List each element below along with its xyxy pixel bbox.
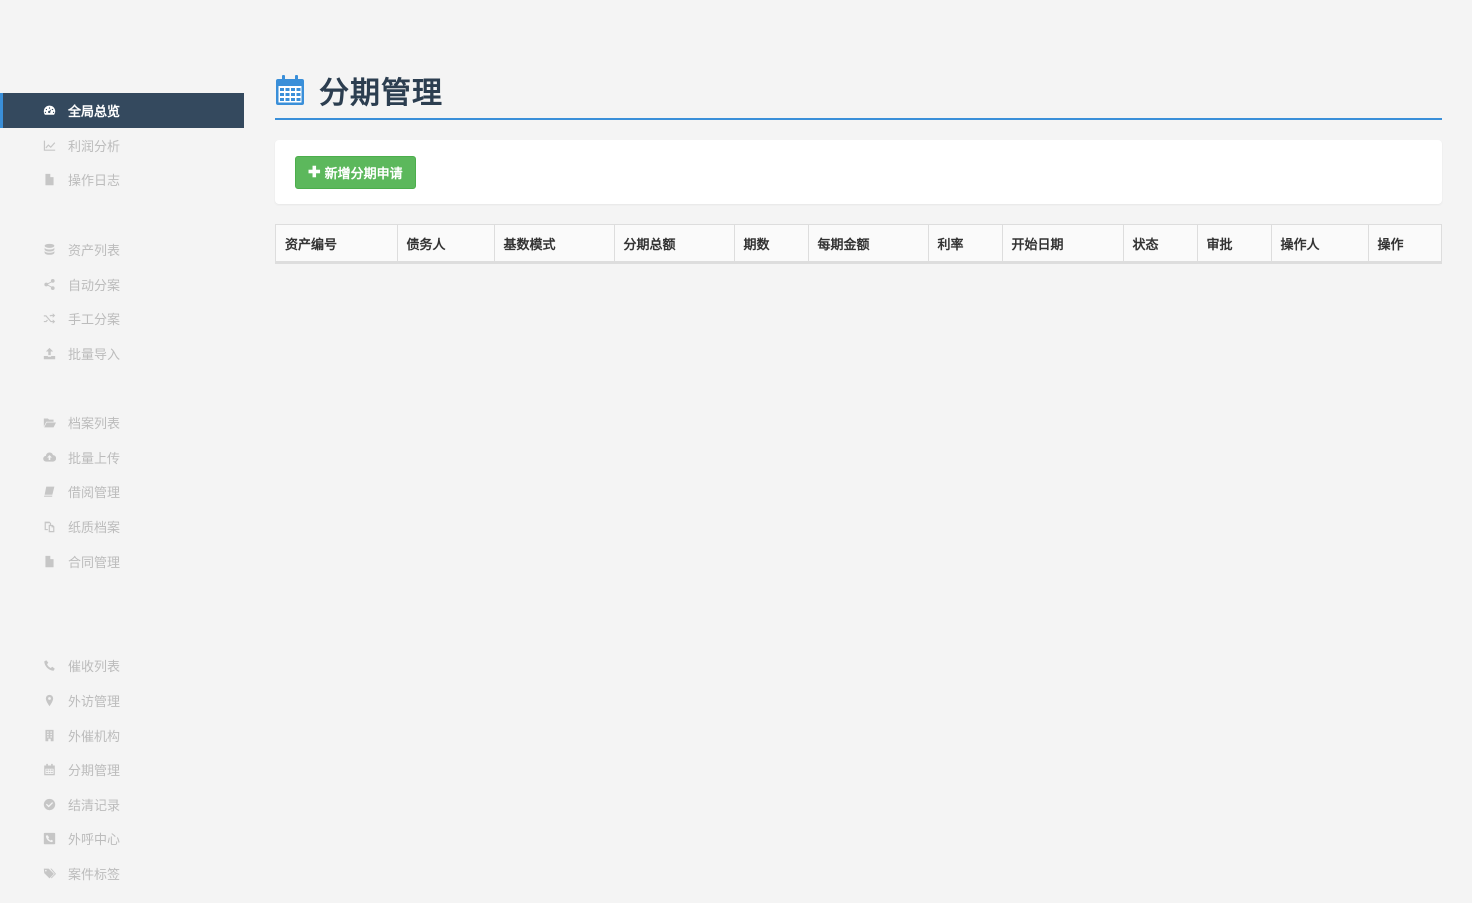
sidebar-item-label: 外访管理 bbox=[68, 695, 121, 710]
sidebar-item-label: 批量上传 bbox=[68, 452, 121, 467]
add-installment-button[interactable]: ✚ 新增分期申请 bbox=[295, 155, 416, 189]
sidebar-item-label: 案件标签 bbox=[68, 868, 121, 883]
file-icon bbox=[42, 173, 56, 187]
calendar-icon bbox=[276, 75, 304, 105]
sidebar-item-overview[interactable]: 全局总览 bbox=[0, 93, 244, 128]
sidebar-item-batch-import[interactable]: 批量导入 bbox=[0, 336, 244, 371]
sidebar-item-label: 借阅管理 bbox=[68, 486, 121, 501]
column-header[interactable]: 状态 bbox=[1123, 225, 1198, 263]
upload-icon bbox=[42, 347, 56, 361]
column-header[interactable]: 操作 bbox=[1368, 225, 1441, 263]
sidebar-item-oplog[interactable]: 操作日志 bbox=[0, 162, 244, 197]
sidebar-item-label: 手工分案 bbox=[68, 313, 121, 328]
sidebar-item-label: 利润分析 bbox=[68, 140, 121, 155]
sidebar-item-label: 操作日志 bbox=[68, 174, 121, 189]
sidebar-item-contracts[interactable]: 合同管理 bbox=[0, 544, 244, 579]
sidebar: 全局总览 利润分析 操作日志 资产列表 自动分案 手工分案 批量导入 档案列表 … bbox=[0, 0, 244, 903]
phone-icon bbox=[42, 659, 56, 673]
map-marker-icon bbox=[42, 694, 56, 708]
copy-icon bbox=[42, 520, 56, 534]
column-header[interactable]: 期数 bbox=[734, 225, 809, 263]
column-header[interactable]: 利率 bbox=[928, 225, 1003, 263]
column-header[interactable]: 分期总额 bbox=[614, 225, 735, 263]
sidebar-item-archives[interactable]: 档案列表 bbox=[0, 405, 244, 440]
tags-icon bbox=[42, 867, 56, 881]
sidebar-item-label: 分期管理 bbox=[68, 764, 121, 779]
cloud-upload-icon bbox=[42, 451, 56, 465]
sidebar-item-borrow[interactable]: 借阅管理 bbox=[0, 474, 244, 509]
book-icon bbox=[42, 485, 56, 499]
installments-table: 资产编号 债务人 基数模式 分期总额 期数 每期金额 利率 开始日期 状态 审批… bbox=[275, 224, 1442, 264]
building-icon bbox=[42, 729, 56, 743]
dashboard-icon bbox=[42, 104, 56, 118]
sidebar-item-profit[interactable]: 利润分析 bbox=[0, 128, 244, 163]
sidebar-item-installments[interactable]: 分期管理 bbox=[0, 752, 244, 787]
column-header[interactable]: 操作人 bbox=[1271, 225, 1369, 263]
sidebar-item-collection[interactable]: 催收列表 bbox=[0, 648, 244, 683]
page-header: 分期管理 bbox=[275, 62, 1442, 120]
sidebar-item-label: 档案列表 bbox=[68, 417, 121, 432]
sidebar-item-batch-upload[interactable]: 批量上传 bbox=[0, 440, 244, 475]
share-icon bbox=[42, 278, 56, 292]
plus-icon: ✚ bbox=[308, 164, 321, 181]
column-header[interactable]: 债务人 bbox=[397, 225, 495, 263]
sidebar-item-label: 纸质档案 bbox=[68, 521, 121, 536]
sidebar-item-label: 外呼中心 bbox=[68, 833, 121, 848]
sidebar-item-label: 外催机构 bbox=[68, 730, 121, 745]
column-header[interactable]: 开始日期 bbox=[1002, 225, 1124, 263]
line-chart-icon bbox=[42, 139, 56, 153]
folder-open-icon bbox=[42, 416, 56, 430]
sidebar-item-label: 结清记录 bbox=[68, 799, 121, 814]
sidebar-item-label: 自动分案 bbox=[68, 279, 121, 294]
shuffle-icon bbox=[42, 312, 56, 326]
sidebar-item-label: 批量导入 bbox=[68, 348, 121, 363]
sidebar-item-label: 合同管理 bbox=[68, 556, 121, 571]
sidebar-item-tags[interactable]: 案件标签 bbox=[0, 856, 244, 891]
sidebar-item-manual-assign[interactable]: 手工分案 bbox=[0, 301, 244, 336]
sidebar-item-visits[interactable]: 外访管理 bbox=[0, 683, 244, 718]
table-header-row: 资产编号 债务人 基数模式 分期总额 期数 每期金额 利率 开始日期 状态 审批… bbox=[276, 225, 1441, 263]
sidebar-item-label: 资产列表 bbox=[68, 244, 121, 259]
database-icon bbox=[42, 243, 56, 257]
phone-square-icon bbox=[42, 832, 56, 846]
sidebar-item-paper[interactable]: 纸质档案 bbox=[0, 509, 244, 544]
sidebar-item-label: 全局总览 bbox=[68, 105, 121, 120]
page-title: 分期管理 bbox=[319, 76, 443, 111]
check-circle-icon bbox=[42, 798, 56, 812]
sidebar-item-settled[interactable]: 结清记录 bbox=[0, 787, 244, 822]
sidebar-item-label: 催收列表 bbox=[68, 660, 121, 675]
add-installment-label: 新增分期申请 bbox=[324, 165, 403, 181]
column-header[interactable]: 资产编号 bbox=[276, 225, 398, 263]
sidebar-item-assets[interactable]: 资产列表 bbox=[0, 232, 244, 267]
column-header[interactable]: 审批 bbox=[1197, 225, 1272, 263]
toolbar: ✚ 新增分期申请 bbox=[275, 140, 1442, 204]
column-header[interactable]: 基数模式 bbox=[494, 225, 615, 263]
file-icon bbox=[42, 555, 56, 569]
sidebar-item-agencies[interactable]: 外催机构 bbox=[0, 718, 244, 753]
sidebar-item-auto-assign[interactable]: 自动分案 bbox=[0, 267, 244, 302]
column-header[interactable]: 每期金额 bbox=[808, 225, 929, 263]
sidebar-item-callcenter[interactable]: 外呼中心 bbox=[0, 821, 244, 856]
calendar-icon bbox=[42, 763, 56, 777]
